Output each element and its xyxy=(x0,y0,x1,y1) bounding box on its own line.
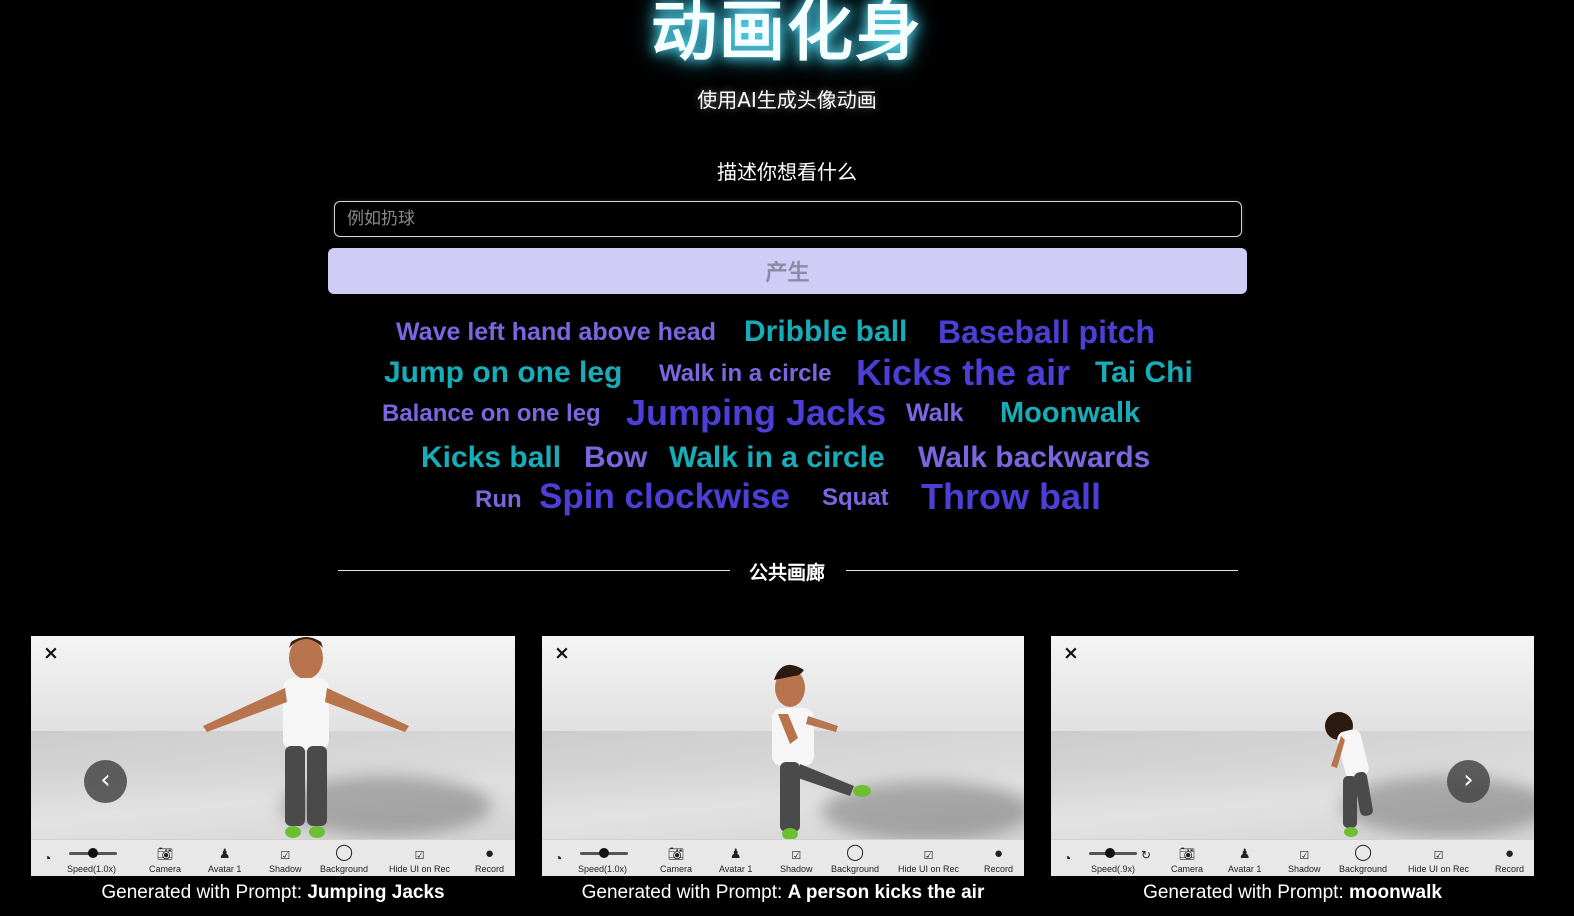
prompt-label: 描述你想看什么 xyxy=(717,160,857,184)
record-icon: ● xyxy=(1504,845,1515,862)
tag-item[interactable]: Walk backwards xyxy=(918,443,1150,473)
speed-slider-knob[interactable] xyxy=(1105,848,1115,858)
checkbox-icon: ☑ xyxy=(1433,850,1444,862)
tag-item[interactable]: Kicks the air xyxy=(856,355,1070,391)
shadow-toggle[interactable]: ☑ Shadow xyxy=(269,849,302,874)
speed-label: Speed(1.0x) xyxy=(578,864,628,874)
camera-icon: 📷︎ xyxy=(667,846,685,861)
checkbox-icon: ☑ xyxy=(280,850,291,862)
camera-button[interactable]: 📷︎ Camera xyxy=(660,846,692,874)
tag-item[interactable]: Bow xyxy=(584,443,647,473)
caption-prompt: A person kicks the air xyxy=(787,882,985,903)
tag-item[interactable]: Jump on one leg xyxy=(384,358,622,388)
close-icon[interactable]: × xyxy=(554,644,570,663)
tag-item[interactable]: Spin clockwise xyxy=(539,479,790,514)
card-caption: Generated with Prompt: moonwalk xyxy=(1143,882,1442,903)
checkbox-icon: ☑ xyxy=(923,850,934,862)
card-caption: Generated with Prompt: A person kicks th… xyxy=(581,882,985,903)
player-toolbar: ◔ ↻ Speed(.9x) 📷︎ Camera ♟ Avatar 1 ☑ Shado… xyxy=(1051,839,1534,876)
tag-item[interactable]: Walk in a circle xyxy=(669,443,885,473)
speed-slider-knob[interactable] xyxy=(599,848,609,858)
caption-prompt: moonwalk xyxy=(1349,882,1442,903)
speed-gauge-icon: ◔ xyxy=(43,850,52,866)
record-icon: ● xyxy=(993,845,1004,862)
prompt-input[interactable] xyxy=(334,201,1242,237)
speed-gauge-icon: ◔ xyxy=(554,850,563,866)
speed-label: Speed(1.0x) xyxy=(67,864,117,874)
tag-item[interactable]: Walk xyxy=(906,401,963,426)
player-toolbar: ◔ Speed(1.0x) 📷︎ Camera ♟ Avatar 1 ☑ Shadow… xyxy=(31,839,515,876)
reset-speed-icon[interactable]: ↻ xyxy=(1141,848,1151,862)
gallery-card: × ◔ ↻ Speed(.9x) 📷︎ Camera ♟ Avatar 1 ☑ Sha… xyxy=(1051,636,1534,876)
background-button[interactable]: ◯ Background xyxy=(831,842,879,874)
record-button[interactable]: ● Record xyxy=(984,845,1013,874)
camera-button[interactable]: 📷︎ Camera xyxy=(149,846,181,874)
gallery-title: 公共画廊 xyxy=(748,562,825,584)
circle-icon: ◯ xyxy=(846,844,864,861)
tag-item[interactable]: Moonwalk xyxy=(1000,399,1140,428)
tag-item[interactable]: Walk in a circle xyxy=(659,362,832,386)
tag-item[interactable]: Balance on one leg xyxy=(382,402,601,426)
speed-gauge-icon: ◔ xyxy=(1063,850,1072,866)
avatar-button[interactable]: ♟ Avatar 1 xyxy=(1228,846,1261,874)
person-icon: ♟ xyxy=(729,846,742,861)
person-icon: ♟ xyxy=(1238,846,1251,861)
gallery-card: × ◔ Speed(1.0x) 📷︎ Camera ♟ Avatar 1 ☑ Shad… xyxy=(31,636,515,876)
page-title: 动画化身 xyxy=(651,0,923,70)
caption-prompt: Jumping Jacks xyxy=(307,882,445,903)
shadow-toggle[interactable]: ☑ Shadow xyxy=(780,849,813,874)
checkbox-icon: ☑ xyxy=(1299,850,1310,862)
person-icon: ♟ xyxy=(218,846,231,861)
generate-button[interactable]: 产生 xyxy=(328,248,1247,294)
tag-item[interactable]: Kicks ball xyxy=(421,443,561,473)
camera-button[interactable]: 📷︎ Camera xyxy=(1171,846,1203,874)
camera-icon: 📷︎ xyxy=(156,846,174,861)
circle-icon: ◯ xyxy=(1354,844,1372,861)
tag-item[interactable]: Throw ball xyxy=(921,479,1101,515)
close-icon[interactable]: × xyxy=(1063,644,1079,663)
card-caption: Generated with Prompt: Jumping Jacks xyxy=(101,882,445,903)
avatar-button[interactable]: ♟ Avatar 1 xyxy=(208,846,241,874)
carousel-next-button[interactable]: › xyxy=(1447,760,1490,803)
record-icon: ● xyxy=(484,845,495,862)
hide-ui-toggle[interactable]: ☑ Hide UI on Rec xyxy=(898,849,959,874)
circle-icon: ◯ xyxy=(335,844,353,861)
tag-item[interactable]: Run xyxy=(475,488,522,512)
avatar-button[interactable]: ♟ Avatar 1 xyxy=(719,846,752,874)
close-icon[interactable]: × xyxy=(43,644,59,663)
hide-ui-toggle[interactable]: ☑ Hide UI on Rec xyxy=(389,849,450,874)
gallery-card: × ◔ Speed(1.0x) 📷︎ Camera ♟ Avatar 1 ☑ Shad… xyxy=(542,636,1024,876)
hide-ui-toggle[interactable]: ☑ Hide UI on Rec xyxy=(1408,849,1469,874)
record-button[interactable]: ● Record xyxy=(1495,845,1524,874)
record-button[interactable]: ● Record xyxy=(475,845,504,874)
tag-item[interactable]: Jumping Jacks xyxy=(626,395,886,431)
speed-slider-knob[interactable] xyxy=(88,848,98,858)
background-button[interactable]: ◯ Background xyxy=(320,842,368,874)
tag-item[interactable]: Tai Chi xyxy=(1095,358,1193,388)
tag-item[interactable]: Dribble ball xyxy=(744,317,907,347)
avatar-figure xyxy=(203,637,409,838)
checkbox-icon: ☑ xyxy=(414,850,425,862)
page-subtitle: 使用AI生成头像动画 xyxy=(697,88,877,112)
tag-item[interactable]: Wave left hand above head xyxy=(396,320,716,345)
avatar-figure xyxy=(772,664,871,840)
carousel-prev-button[interactable]: ‹ xyxy=(84,760,127,803)
camera-icon: 📷︎ xyxy=(1178,846,1196,861)
background-button[interactable]: ◯ Background xyxy=(1339,842,1387,874)
tag-item[interactable]: Squat xyxy=(822,486,889,510)
avatar-figure xyxy=(1325,712,1373,837)
tag-item[interactable]: Baseball pitch xyxy=(938,316,1155,348)
shadow-toggle[interactable]: ☑ Shadow xyxy=(1288,849,1321,874)
checkbox-icon: ☑ xyxy=(791,850,802,862)
player-toolbar: ◔ Speed(1.0x) 📷︎ Camera ♟ Avatar 1 ☑ Shadow… xyxy=(542,839,1024,876)
speed-label: Speed(.9x) xyxy=(1091,864,1136,874)
